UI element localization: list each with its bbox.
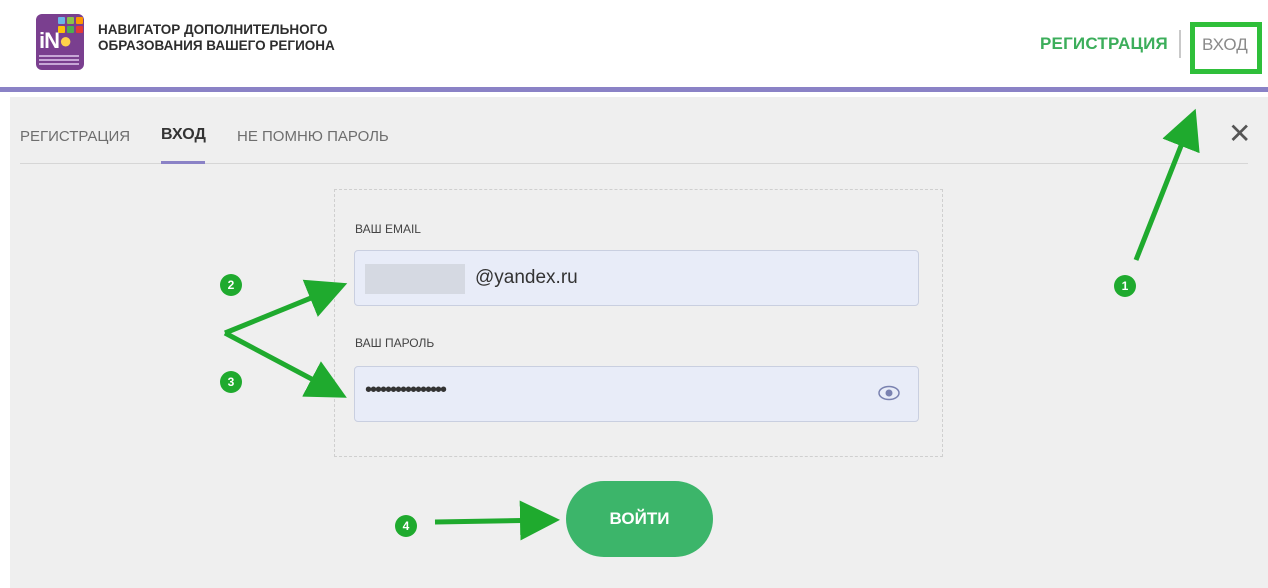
annotation-badge-4: 4 xyxy=(395,515,417,537)
arrow-2 xyxy=(224,279,348,336)
annotation-badge-2: 2 xyxy=(220,274,242,296)
arrow-1 xyxy=(1133,108,1200,261)
arrow-4 xyxy=(434,500,560,541)
arrow-3 xyxy=(223,330,347,398)
annotation-badge-1: 1 xyxy=(1114,275,1136,297)
annotation-arrows xyxy=(223,108,1200,541)
annotation-badge-3: 3 xyxy=(220,371,242,393)
